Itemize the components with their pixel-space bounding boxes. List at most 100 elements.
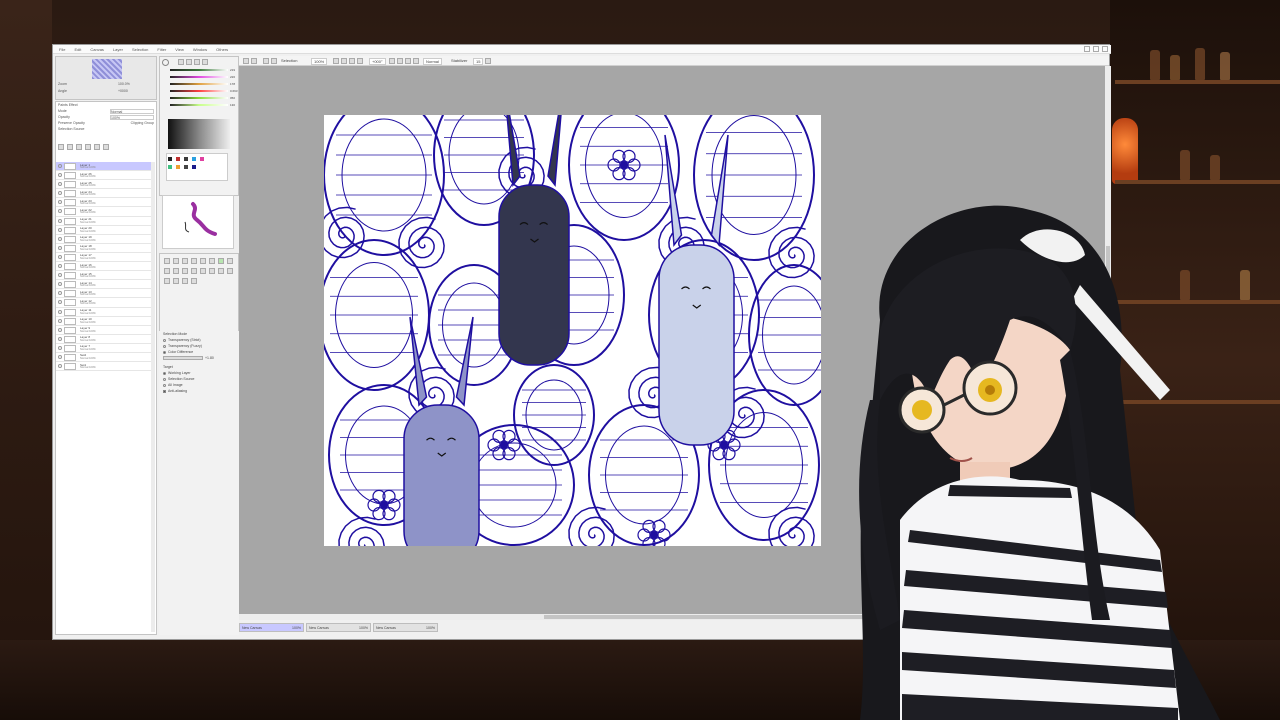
layer-row[interactable]: Set1 Normal 100% — [56, 362, 152, 372]
visibility-eye-icon[interactable] — [58, 200, 62, 205]
layer-row[interactable]: Layer 18 Normal 100% — [56, 244, 152, 253]
eraser-icon[interactable] — [209, 268, 215, 274]
transfer-down-icon[interactable] — [76, 144, 82, 150]
layer-row[interactable]: Layer 9 Normal 100% — [56, 326, 152, 335]
angle-value[interactable]: +0000 — [118, 89, 128, 93]
visibility-eye-icon[interactable] — [58, 354, 62, 359]
stabilizer-select[interactable]: 15 — [473, 58, 484, 65]
layer-row[interactable]: Layer 25 Normal 100% — [56, 180, 152, 190]
color-swatch[interactable] — [200, 157, 204, 161]
zoom-value[interactable]: 100.0% — [118, 82, 130, 86]
selection-source-checkbox[interactable]: Selection Source — [58, 127, 84, 133]
visibility-eye-icon[interactable] — [58, 336, 62, 341]
canvas-tab[interactable]: New Canvas 100% — [239, 623, 304, 632]
color-mode-button[interactable] — [186, 59, 192, 65]
airbrush-icon[interactable] — [173, 268, 179, 274]
opacity-slider[interactable]: 100% — [110, 115, 154, 120]
visibility-eye-icon[interactable] — [58, 282, 62, 287]
minimize-button[interactable] — [1084, 46, 1090, 52]
menu-file[interactable]: File — [59, 47, 65, 52]
zoom-reset-icon[interactable] — [349, 58, 355, 64]
gradient-icon[interactable] — [191, 278, 197, 284]
rotate-reset-icon[interactable] — [405, 58, 411, 64]
visibility-eye-icon[interactable] — [58, 327, 62, 332]
delete-layer-icon[interactable] — [103, 144, 109, 150]
color-swatch[interactable] — [176, 157, 180, 161]
color-swatch[interactable] — [176, 165, 180, 169]
layer-row[interactable]: Layer 1 Normal 100% — [56, 162, 152, 172]
layer-row[interactable]: Layer 26 Normal 100% — [56, 171, 152, 181]
selection-toggle[interactable]: Selection — [281, 58, 297, 63]
rotate-tool-icon[interactable] — [182, 258, 188, 264]
brush-icon[interactable] — [182, 268, 188, 274]
color-swatch[interactable] — [192, 157, 196, 161]
visibility-eye-icon[interactable] — [58, 318, 62, 323]
maximize-button[interactable] — [1093, 46, 1099, 52]
visibility-eye-icon[interactable] — [58, 245, 62, 250]
bucket-icon[interactable] — [218, 268, 224, 274]
anti-aliasing-checkbox[interactable]: Anti-aliasing — [159, 388, 239, 394]
layer-row[interactable]: Layer 24 Normal 100% — [56, 189, 152, 199]
color-swatch[interactable] — [168, 157, 172, 161]
zoom-select[interactable]: 100% — [311, 58, 328, 65]
layer-row[interactable]: Layer 15 Normal 100% — [56, 271, 152, 281]
color-slider[interactable] — [170, 69, 228, 71]
color-slider[interactable] — [170, 104, 228, 106]
visibility-eye-icon[interactable] — [58, 218, 62, 223]
color-mode-button[interactable] — [178, 59, 184, 65]
new-folder-icon[interactable] — [67, 144, 73, 150]
visibility-eye-icon[interactable] — [58, 164, 62, 168]
canvas-tab[interactable]: New Canvas 100% — [306, 623, 371, 632]
marker-icon[interactable] — [200, 268, 206, 274]
zoom-in-icon[interactable] — [333, 58, 339, 64]
blend-select[interactable]: Normal — [423, 58, 442, 65]
pencil-icon[interactable] — [164, 268, 170, 274]
zoom-out-icon[interactable] — [341, 58, 347, 64]
color-swatch[interactable] — [200, 165, 204, 169]
visibility-eye-icon[interactable] — [58, 264, 62, 269]
layer-row[interactable]: Layer 14 Normal 100% — [56, 280, 152, 290]
layer-row[interactable]: Layer 21 Normal 100% — [56, 217, 152, 226]
undo-icon[interactable] — [243, 58, 249, 64]
visibility-eye-icon[interactable] — [58, 209, 62, 214]
menu-edit[interactable]: Edit — [74, 47, 81, 52]
rotation-select[interactable]: +000° — [369, 58, 386, 65]
color-slider[interactable] — [170, 97, 228, 99]
eyedropper-icon[interactable] — [227, 258, 233, 264]
clear-layer-icon[interactable] — [94, 144, 100, 150]
visibility-eye-icon[interactable] — [58, 309, 62, 314]
color-swatch[interactable] — [168, 165, 172, 169]
merge-down-icon[interactable] — [85, 144, 91, 150]
menu-filter[interactable]: Filter — [157, 47, 166, 52]
color-swatch[interactable] — [192, 165, 196, 169]
layer-row[interactable]: Layer 20 Normal 100% — [56, 226, 152, 235]
mode-select[interactable]: Normal — [110, 109, 154, 114]
color-diff-slider[interactable]: +1.80 — [159, 355, 239, 361]
visibility-eye-icon[interactable] — [58, 345, 62, 350]
navigator-thumbnail[interactable] — [92, 59, 122, 79]
color-slider[interactable] — [170, 90, 228, 92]
new-layer-icon[interactable] — [58, 144, 64, 150]
clipping-group-checkbox[interactable]: Clipping Group — [131, 121, 154, 127]
color-swatch[interactable] — [184, 157, 188, 161]
layer-row[interactable]: Layer 7 Normal 100% — [56, 344, 152, 353]
selection-tool-icon[interactable] — [200, 258, 206, 264]
layer-row[interactable]: Layer 13 Normal 100% — [56, 289, 152, 299]
redo-icon[interactable] — [251, 58, 257, 64]
hand-tool-icon[interactable] — [191, 258, 197, 264]
zoom-fit-icon[interactable] — [357, 58, 363, 64]
invert-selection-icon[interactable] — [271, 58, 277, 64]
rotate-right-icon[interactable] — [397, 58, 403, 64]
visibility-eye-icon[interactable] — [58, 254, 62, 259]
visibility-eye-icon[interactable] — [58, 236, 62, 241]
color-slider[interactable] — [170, 76, 228, 78]
select-pen-icon[interactable] — [173, 278, 179, 284]
canvas-tab[interactable]: New Canvas 100% — [373, 623, 438, 632]
select-eraser-icon[interactable] — [182, 278, 188, 284]
visibility-eye-icon[interactable] — [58, 273, 62, 278]
flip-icon[interactable] — [413, 58, 419, 64]
stabilizer-dropdown-icon[interactable] — [485, 58, 491, 64]
value-gradient[interactable] — [168, 119, 230, 149]
layer-row[interactable]: Layer 23 Normal 100% — [56, 198, 152, 208]
visibility-eye-icon[interactable] — [58, 182, 62, 187]
